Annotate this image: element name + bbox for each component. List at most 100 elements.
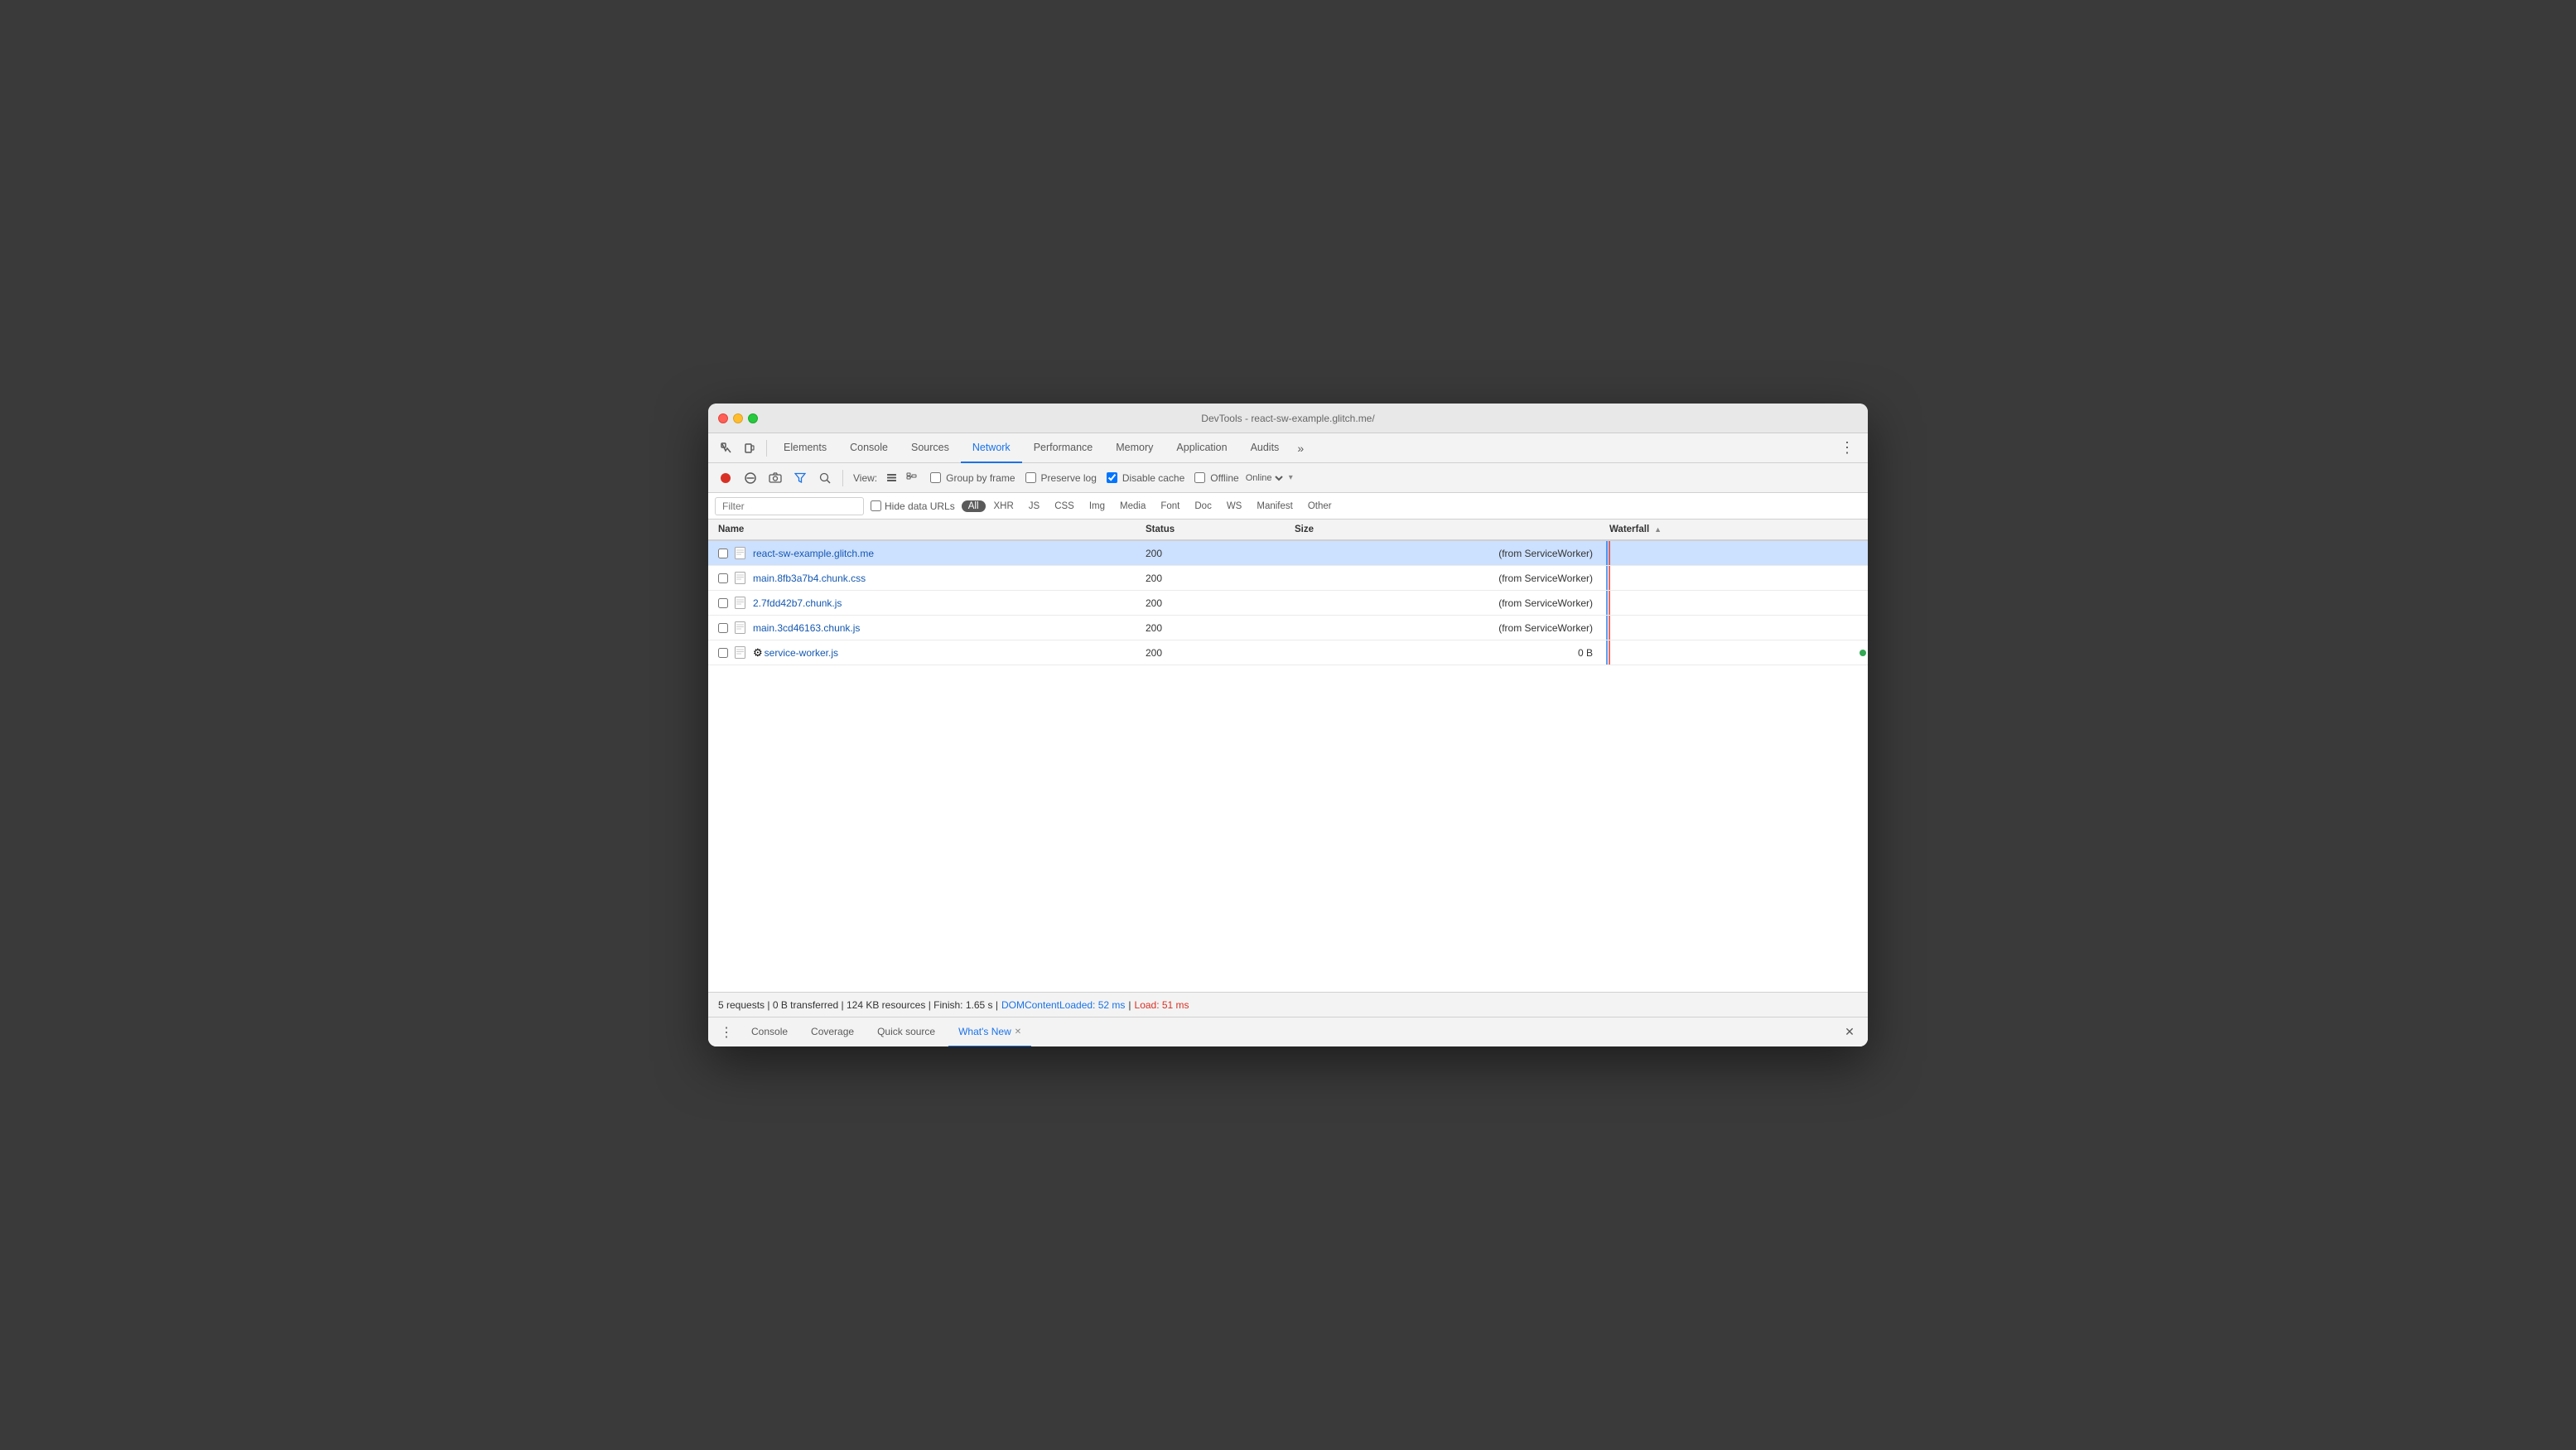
bottom-tab-quick-source[interactable]: Quick source xyxy=(867,1017,945,1046)
col-header-name[interactable]: Name xyxy=(708,524,1139,534)
row-checkbox[interactable] xyxy=(718,549,728,558)
table-row[interactable]: react-sw-example.glitch.me 200 (from Ser… xyxy=(708,541,1868,566)
minimize-button[interactable] xyxy=(733,413,743,423)
tab-memory[interactable]: Memory xyxy=(1104,433,1165,463)
nav-tabs-bar: Elements Console Sources Network Perform… xyxy=(708,433,1868,463)
traffic-lights xyxy=(718,413,758,423)
bottom-tab-console[interactable]: Console xyxy=(741,1017,798,1046)
maximize-button[interactable] xyxy=(748,413,758,423)
screenshot-button[interactable] xyxy=(765,467,786,489)
window-title: DevTools - react-sw-example.glitch.me/ xyxy=(1201,413,1374,424)
clear-button[interactable] xyxy=(740,467,761,489)
group-by-frame-label[interactable]: Group by frame xyxy=(946,472,1015,484)
search-button[interactable] xyxy=(814,467,836,489)
hide-data-urls-checkbox[interactable] xyxy=(871,500,881,511)
filter-type-js[interactable]: JS xyxy=(1022,500,1046,512)
network-toolbar: View: xyxy=(708,463,1868,493)
throttle-select[interactable]: Online xyxy=(1242,472,1286,484)
file-icon xyxy=(733,572,746,585)
hide-data-urls-label[interactable]: Hide data URLs xyxy=(885,500,955,512)
preserve-log-group: Preserve log xyxy=(1025,472,1097,484)
tab-audits[interactable]: Audits xyxy=(1239,433,1291,463)
tab-network[interactable]: Network xyxy=(961,433,1022,463)
dom-content-loaded-link[interactable]: DOMContentLoaded: 52 ms xyxy=(1001,999,1125,1011)
disable-cache-label[interactable]: Disable cache xyxy=(1122,472,1184,484)
view-buttons xyxy=(882,469,920,487)
bottom-tab-whats-new[interactable]: What's New ✕ xyxy=(948,1017,1031,1046)
col-header-waterfall[interactable]: Waterfall ▲ xyxy=(1603,524,1868,534)
filter-type-all[interactable]: All xyxy=(962,500,986,512)
tab-performance[interactable]: Performance xyxy=(1022,433,1105,463)
row-status: 200 xyxy=(1139,573,1288,584)
tab-application[interactable]: Application xyxy=(1165,433,1238,463)
table-row[interactable]: ⚙ service-worker.js 200 0 B xyxy=(708,640,1868,665)
filter-button[interactable] xyxy=(789,467,811,489)
table-row[interactable]: main.3cd46163.chunk.js 200 (from Service… xyxy=(708,616,1868,640)
table-row[interactable]: 2.7fdd42b7.chunk.js 200 (from ServiceWor… xyxy=(708,591,1868,616)
inspect-element-icon[interactable] xyxy=(715,437,738,460)
filter-type-media[interactable]: Media xyxy=(1113,500,1152,512)
col-header-status[interactable]: Status xyxy=(1139,524,1288,534)
row-status: 200 xyxy=(1139,622,1288,634)
filter-type-ws[interactable]: WS xyxy=(1220,500,1249,512)
row-checkbox[interactable] xyxy=(718,598,728,608)
view-label: View: xyxy=(853,472,877,484)
device-toolbar-icon[interactable] xyxy=(738,437,761,460)
tree-view-button[interactable] xyxy=(902,469,920,487)
row-status: 200 xyxy=(1139,548,1288,559)
filter-type-font[interactable]: Font xyxy=(1154,500,1186,512)
row-size: (from ServiceWorker) xyxy=(1288,548,1603,559)
more-tabs-button[interactable]: » xyxy=(1290,433,1310,463)
row-name: main.3cd46163.chunk.js xyxy=(753,622,860,634)
record-button[interactable] xyxy=(715,467,736,489)
table-row[interactable]: main.8fb3a7b4.chunk.css 200 (from Servic… xyxy=(708,566,1868,591)
disable-cache-checkbox[interactable] xyxy=(1107,472,1117,483)
row-status: 200 xyxy=(1139,647,1288,659)
row-waterfall xyxy=(1603,566,1868,590)
close-whats-new-icon[interactable]: ✕ xyxy=(1015,1027,1021,1037)
file-icon xyxy=(733,646,746,660)
preserve-log-checkbox[interactable] xyxy=(1025,472,1036,483)
row-size: 0 B xyxy=(1288,647,1603,659)
filter-type-manifest[interactable]: Manifest xyxy=(1250,500,1299,512)
col-header-size[interactable]: Size xyxy=(1288,524,1603,534)
bottom-tabs-menu-button[interactable]: ⋮ xyxy=(715,1021,738,1044)
throttle-dropdown-arrow: ▾ xyxy=(1289,473,1293,482)
devtools-window: DevTools - react-sw-example.glitch.me/ E… xyxy=(708,404,1868,1046)
tab-sources[interactable]: Sources xyxy=(900,433,961,463)
filter-type-css[interactable]: CSS xyxy=(1048,500,1081,512)
row-checkbox[interactable] xyxy=(718,623,728,633)
filter-type-doc[interactable]: Doc xyxy=(1188,500,1218,512)
filter-type-xhr[interactable]: XHR xyxy=(987,500,1020,512)
tab-elements[interactable]: Elements xyxy=(772,433,838,463)
disable-cache-group: Disable cache xyxy=(1107,472,1184,484)
filter-type-other[interactable]: Other xyxy=(1301,500,1339,512)
filter-type-img[interactable]: Img xyxy=(1083,500,1112,512)
devtools-menu-button[interactable]: ⋮ xyxy=(1833,433,1861,463)
empty-table-area xyxy=(708,665,1868,831)
group-by-frame-checkbox[interactable] xyxy=(930,472,941,483)
close-drawer-button[interactable]: ✕ xyxy=(1838,1021,1861,1044)
file-icon xyxy=(733,547,746,560)
row-checkbox[interactable] xyxy=(718,648,728,658)
bottom-tab-coverage[interactable]: Coverage xyxy=(801,1017,864,1046)
close-button[interactable] xyxy=(718,413,728,423)
row-waterfall xyxy=(1603,591,1868,615)
offline-label[interactable]: Offline xyxy=(1210,472,1238,484)
status-text: 5 requests | 0 B transferred | 124 KB re… xyxy=(718,999,998,1011)
offline-checkbox[interactable] xyxy=(1194,472,1205,483)
list-view-button[interactable] xyxy=(882,469,900,487)
preserve-log-label[interactable]: Preserve log xyxy=(1041,472,1097,484)
table-body: react-sw-example.glitch.me 200 (from Ser… xyxy=(708,541,1868,992)
row-name: main.8fb3a7b4.chunk.css xyxy=(753,573,866,584)
row-name: react-sw-example.glitch.me xyxy=(753,548,874,559)
row-waterfall xyxy=(1603,640,1868,665)
filter-type-buttons: All XHR JS CSS Img Media Font Doc WS Man… xyxy=(962,500,1339,512)
load-link[interactable]: Load: 51 ms xyxy=(1135,999,1189,1011)
file-icon xyxy=(733,621,746,635)
row-checkbox[interactable] xyxy=(718,573,728,583)
tab-console[interactable]: Console xyxy=(838,433,900,463)
filter-input[interactable] xyxy=(715,497,864,515)
offline-group: Offline xyxy=(1194,472,1238,484)
row-name: service-worker.js xyxy=(765,647,838,659)
